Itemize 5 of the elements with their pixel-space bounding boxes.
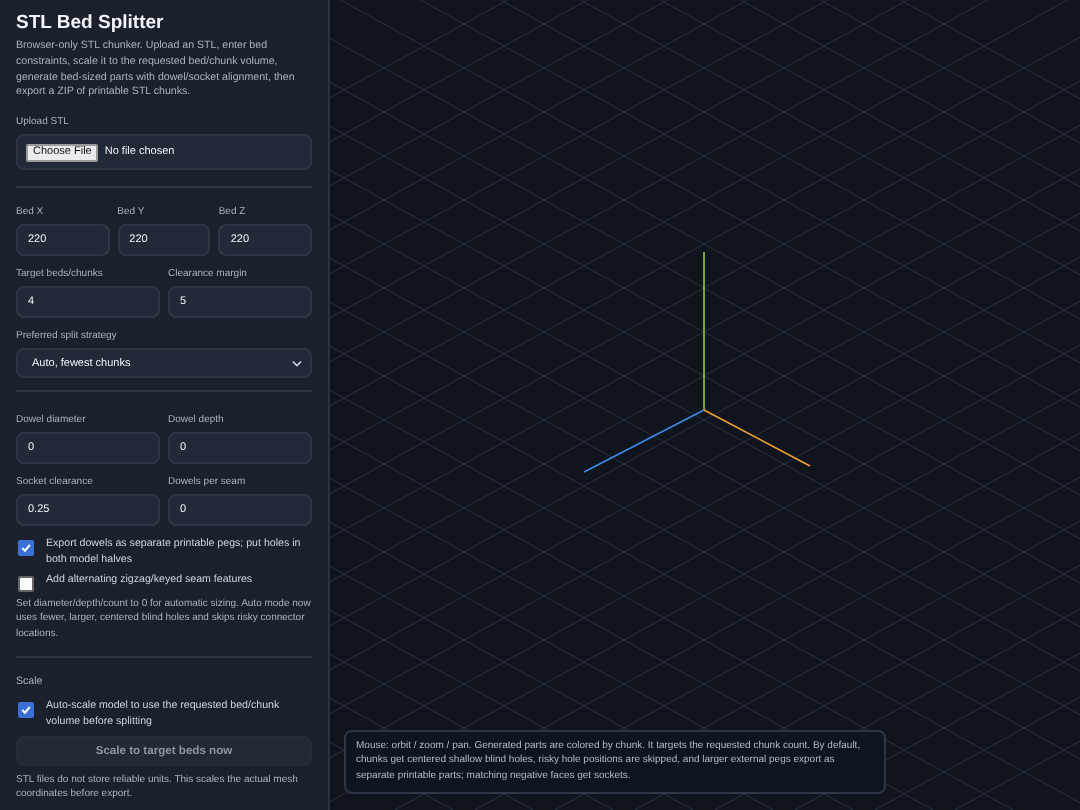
chevron-icon bbox=[292, 359, 302, 368]
app-title: STL Bed Splitter bbox=[16, 12, 166, 34]
checkbox[interactable] bbox=[18, 576, 34, 593]
checkbox[interactable] bbox=[18, 702, 34, 719]
checkbox[interactable] bbox=[18, 540, 34, 557]
